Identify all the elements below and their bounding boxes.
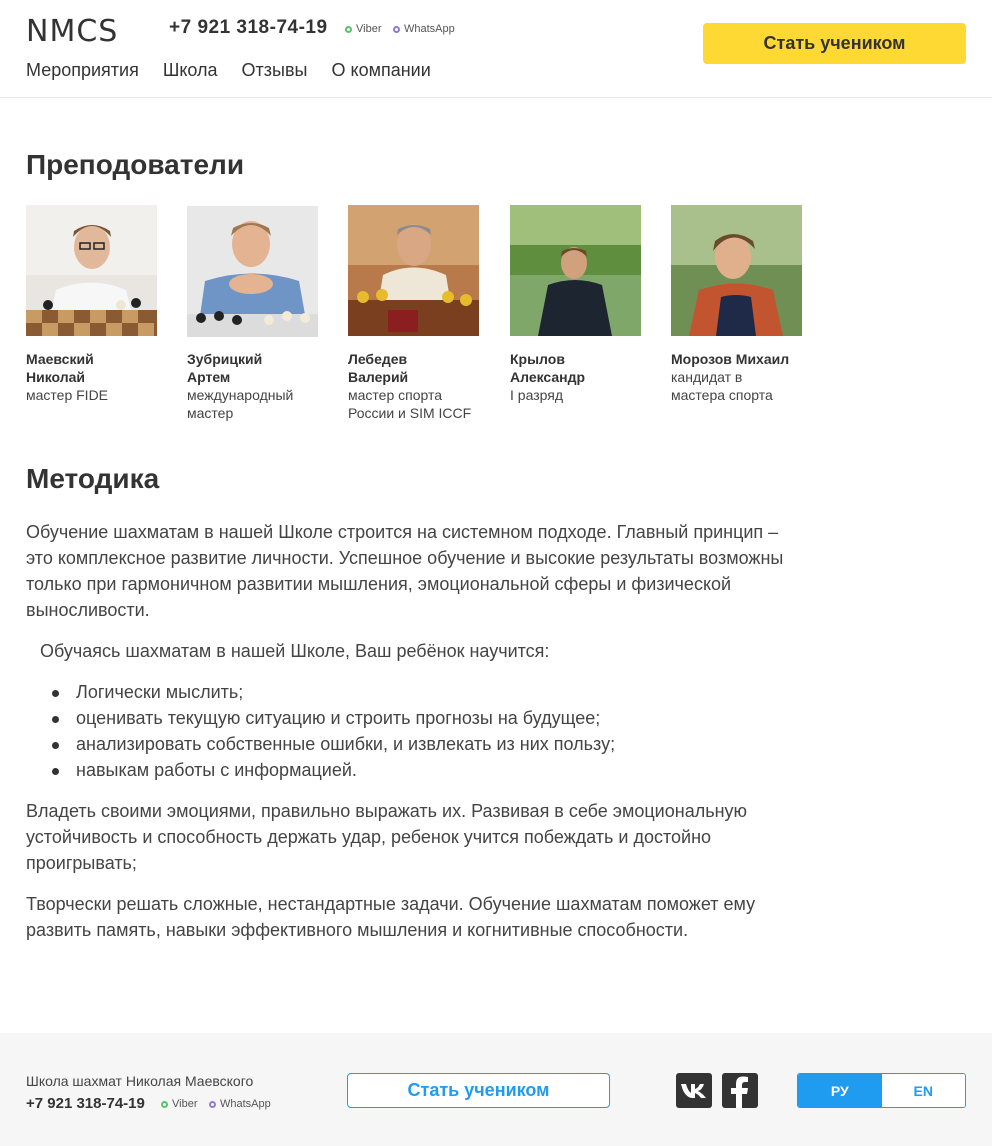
header-phone[interactable]: +7 921 318-74-19 bbox=[169, 17, 328, 39]
teacher-title: I разряд bbox=[510, 387, 563, 403]
footer-viber-link[interactable]: Viber bbox=[161, 1098, 197, 1110]
teacher-card[interactable]: Маевский Николай мастер FIDE bbox=[26, 205, 187, 422]
footer-become-student-button[interactable]: Стать учеником bbox=[347, 1073, 610, 1108]
teacher-card[interactable]: Зубрицкий Артем международный мастер bbox=[187, 205, 348, 422]
main-nav: Мероприятия Школа Отзывы О компании bbox=[26, 60, 431, 81]
site-header: NMCS +7 921 318-74-19 Viber WhatsApp Мер… bbox=[0, 0, 992, 98]
teachers-title: Преподователи bbox=[26, 149, 245, 180]
teacher-card[interactable]: Крылов Александр I разряд bbox=[510, 205, 671, 422]
nav-item-about[interactable]: О компании bbox=[331, 60, 430, 81]
language-switch: РУ EN bbox=[797, 1073, 966, 1108]
site-footer: Школа шахмат Николая Маевского +7 921 31… bbox=[0, 1033, 992, 1146]
method-paragraph-creativity: Творчески решать сложные, нестандартные … bbox=[26, 894, 756, 940]
teacher-card[interactable]: Морозов Михаил кандидат в мастера спорта bbox=[671, 205, 832, 422]
method-intro: Обучение шахматам в нашей Школе строится… bbox=[26, 522, 784, 620]
teacher-title: мастер FIDE bbox=[26, 387, 109, 403]
footer-phone[interactable]: +7 921 318-74-19 bbox=[26, 1095, 145, 1112]
teacher-name: Зубрицкий Артем bbox=[187, 351, 263, 385]
method-title: Методика bbox=[26, 463, 160, 494]
whatsapp-label: WhatsApp bbox=[220, 1098, 271, 1110]
teacher-photo bbox=[671, 205, 802, 336]
whatsapp-dot-icon bbox=[209, 1100, 216, 1108]
teacher-photo bbox=[510, 205, 641, 336]
teachers-list: Маевский Николай мастер FIDE Зубрицкий А… bbox=[26, 205, 832, 422]
viber-label: Viber bbox=[172, 1098, 198, 1110]
lang-ru-button[interactable]: РУ bbox=[798, 1074, 882, 1107]
list-item: навыкам работы с информацией. bbox=[50, 757, 810, 783]
nav-item-events[interactable]: Мероприятия bbox=[26, 60, 139, 81]
nav-item-school[interactable]: Школа bbox=[163, 60, 218, 81]
skills-list: Логически мыслить; оценивать текущую сит… bbox=[50, 679, 810, 783]
facebook-icon[interactable] bbox=[722, 1073, 758, 1108]
teacher-card[interactable]: Лебедев Валерий мастер спорта России и S… bbox=[348, 205, 510, 422]
footer-whatsapp-link[interactable]: WhatsApp bbox=[209, 1098, 271, 1110]
teacher-title: мастер спорта России и SIM ICCF bbox=[348, 387, 472, 421]
teacher-name: Лебедев Валерий bbox=[348, 351, 409, 385]
teacher-photo bbox=[187, 206, 318, 337]
teacher-title: международный мастер bbox=[187, 387, 294, 421]
method-paragraph-emotions: Владеть своими эмоциями, правильно выраж… bbox=[26, 801, 748, 873]
teacher-name: Крылов Александр bbox=[510, 351, 586, 385]
list-item: оценивать текущую ситуацию и строить про… bbox=[50, 705, 810, 731]
teacher-name: Маевский Николай bbox=[26, 351, 94, 385]
footer-school-name: Школа шахмат Николая Маевского bbox=[26, 1073, 254, 1089]
vk-icon[interactable] bbox=[676, 1073, 712, 1108]
logo[interactable]: NMCS bbox=[26, 14, 118, 49]
list-item: Логически мыслить; bbox=[50, 679, 810, 705]
viber-link[interactable]: Viber bbox=[345, 23, 381, 35]
whatsapp-link[interactable]: WhatsApp bbox=[393, 23, 455, 35]
teacher-title: кандидат в мастера спорта bbox=[671, 369, 773, 403]
nav-item-reviews[interactable]: Отзывы bbox=[242, 60, 308, 81]
viber-dot-icon bbox=[345, 25, 352, 33]
method-lead: Обучаясь шахматам в нашей Школе, Ваш реб… bbox=[40, 641, 550, 661]
teacher-photo bbox=[26, 205, 157, 336]
lang-en-button[interactable]: EN bbox=[881, 1074, 965, 1107]
whatsapp-label: WhatsApp bbox=[404, 23, 455, 35]
teacher-name: Морозов Михаил bbox=[671, 351, 790, 367]
list-item: анализировать собственные ошибки, и извл… bbox=[50, 731, 810, 757]
viber-label: Viber bbox=[356, 23, 382, 35]
viber-dot-icon bbox=[161, 1100, 168, 1108]
teacher-photo bbox=[348, 205, 479, 336]
become-student-button[interactable]: Стать учеником bbox=[703, 23, 966, 64]
whatsapp-dot-icon bbox=[393, 25, 400, 33]
